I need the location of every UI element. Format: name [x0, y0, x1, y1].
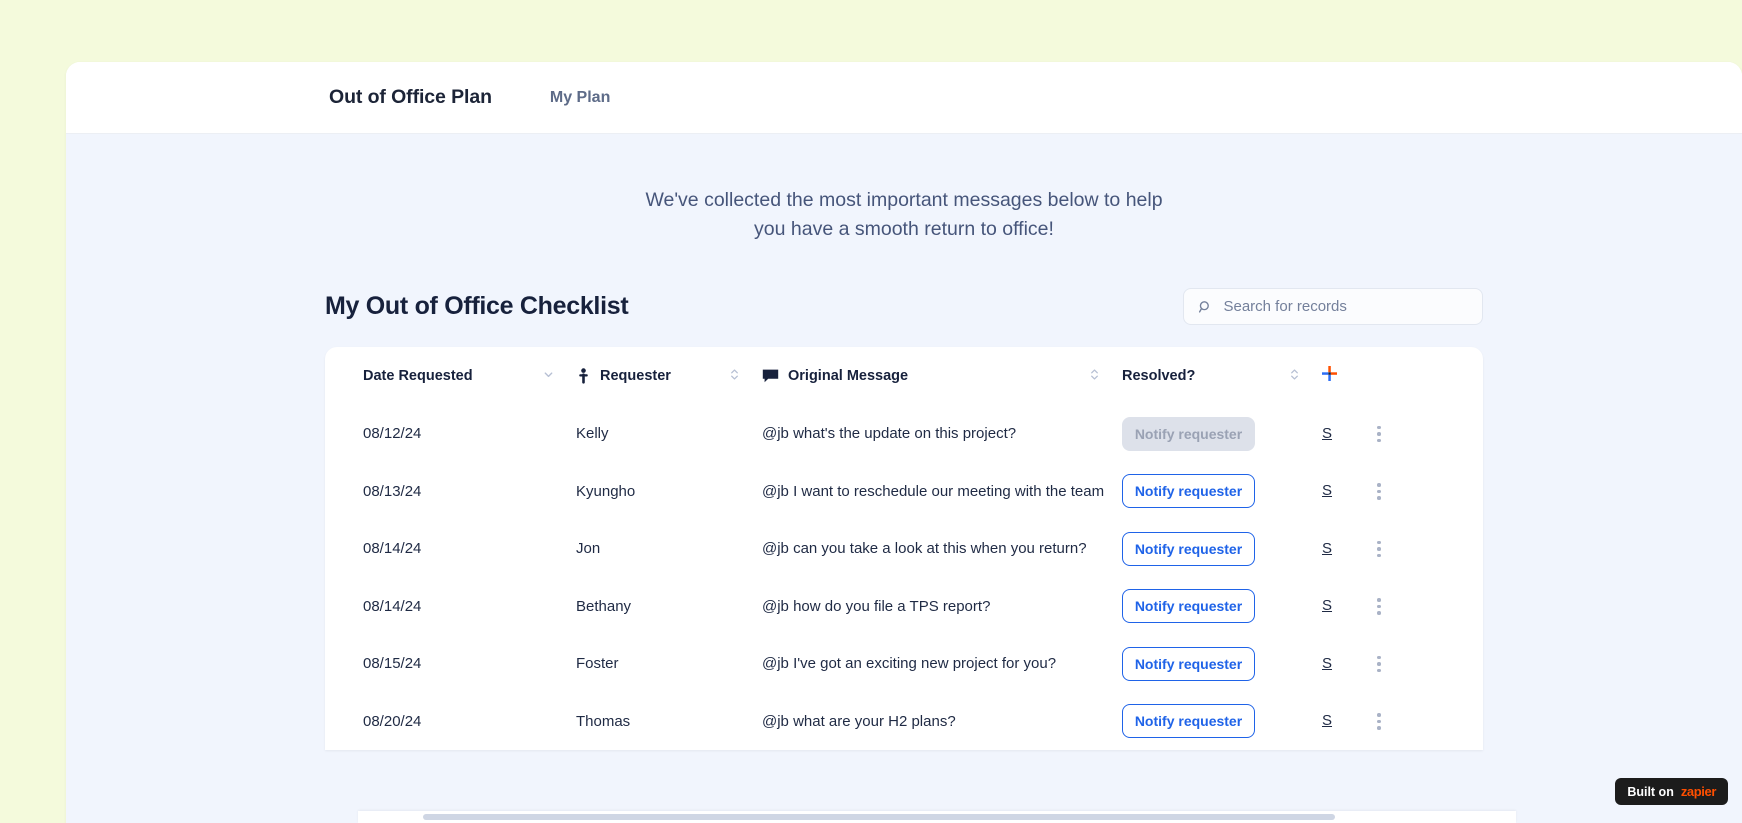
cell-original-message: @jb what's the update on this project? [762, 425, 1122, 442]
search-icon [1198, 299, 1212, 315]
row-more-options-icon[interactable] [1356, 541, 1402, 558]
message-bubble-icon [762, 368, 779, 384]
badge-prefix: Built on [1627, 785, 1674, 799]
cell-date-requested: 08/14/24 [363, 540, 576, 557]
zapier-tables-icon [1322, 366, 1337, 381]
table-row[interactable]: 08/14/24Jon@jb can you take a look at th… [325, 520, 1483, 578]
screen: Out of Office Plan My Plan We've collect… [0, 0, 1742, 823]
column-label-date-requested: Date Requested [363, 368, 473, 384]
cell-requester: Jon [576, 540, 762, 557]
search-records-box[interactable] [1183, 288, 1483, 325]
column-header-date-requested[interactable]: Date Requested [363, 368, 576, 385]
column-header-interface-icon[interactable] [1322, 366, 1356, 386]
cell-resolved: Notify requester [1122, 704, 1322, 738]
column-header-original-message[interactable]: Original Message [762, 368, 1122, 385]
cell-resolved: Notify requester [1122, 532, 1322, 566]
cell-link: S [1322, 425, 1356, 443]
intro-line-1: We've collected the most important messa… [624, 186, 1184, 215]
cell-link: S [1322, 482, 1356, 500]
sort-updown-icon[interactable] [1289, 368, 1322, 385]
content-canvas: We've collected the most important messa… [66, 134, 1742, 823]
cell-date-requested: 08/13/24 [363, 483, 576, 500]
cell-resolved: Notify requester [1122, 647, 1322, 681]
section-header: My Out of Office Checklist [325, 288, 1483, 325]
cell-link: S [1322, 655, 1356, 673]
record-link[interactable]: S [1322, 655, 1332, 672]
column-header-requester[interactable]: Requester [576, 368, 762, 385]
cell-link: S [1322, 597, 1356, 615]
record-link[interactable]: S [1322, 425, 1332, 442]
column-header-resolved[interactable]: Resolved? [1122, 368, 1322, 385]
chevron-down-icon[interactable] [543, 368, 576, 385]
table-row[interactable]: 08/20/24Thomas@jb what are your H2 plans… [325, 693, 1483, 751]
cell-original-message: @jb how do you file a TPS report? [762, 598, 1122, 615]
cell-date-requested: 08/20/24 [363, 713, 576, 730]
person-icon [576, 368, 591, 384]
notify-requester-button[interactable]: Notify requester [1122, 417, 1255, 451]
horizontal-scrollbar[interactable] [358, 811, 1516, 823]
cell-requester: Kyungho [576, 483, 762, 500]
scrollbar-thumb[interactable] [423, 814, 1335, 820]
cell-original-message: @jb I want to reschedule our meeting wit… [762, 483, 1122, 500]
zapier-logo: zapier [1681, 784, 1716, 799]
cell-date-requested: 08/12/24 [363, 425, 576, 442]
sort-updown-icon[interactable] [729, 368, 762, 385]
notify-requester-button[interactable]: Notify requester [1122, 647, 1255, 681]
cell-resolved: Notify requester [1122, 474, 1322, 508]
table-row[interactable]: 08/13/24Kyungho@jb I want to reschedule … [325, 463, 1483, 521]
cell-link: S [1322, 712, 1356, 730]
table-row[interactable]: 08/12/24Kelly@jb what's the update on th… [325, 405, 1483, 463]
cell-date-requested: 08/15/24 [363, 655, 576, 672]
column-label-requester: Requester [600, 368, 671, 384]
table-row[interactable]: 08/14/24Bethany@jb how do you file a TPS… [325, 578, 1483, 636]
intro-text: We've collected the most important messa… [624, 186, 1184, 244]
notify-requester-button[interactable]: Notify requester [1122, 532, 1255, 566]
built-on-zapier-badge[interactable]: Built on zapier [1615, 778, 1728, 805]
row-more-options-icon[interactable] [1356, 713, 1402, 730]
tab-my-plan[interactable]: My Plan [550, 89, 610, 107]
checklist-title: My Out of Office Checklist [325, 292, 628, 321]
top-navigation-bar: Out of Office Plan My Plan [66, 62, 1742, 134]
column-label-original-message: Original Message [788, 368, 908, 384]
page-title: Out of Office Plan [329, 86, 492, 109]
cell-link: S [1322, 540, 1356, 558]
checklist-table: Date Requested Requester [325, 347, 1483, 750]
search-input[interactable] [1223, 298, 1468, 315]
notify-requester-button[interactable]: Notify requester [1122, 704, 1255, 738]
cell-original-message: @jb I've got an exciting new project for… [762, 655, 1122, 672]
column-label-resolved: Resolved? [1122, 368, 1195, 384]
cell-requester: Bethany [576, 598, 762, 615]
cell-requester: Foster [576, 655, 762, 672]
cell-original-message: @jb can you take a look at this when you… [762, 540, 1122, 557]
app-window: Out of Office Plan My Plan We've collect… [66, 62, 1742, 823]
intro-line-2: you have a smooth return to office! [624, 215, 1184, 244]
record-link[interactable]: S [1322, 712, 1332, 729]
cell-requester: Kelly [576, 425, 762, 442]
cell-requester: Thomas [576, 713, 762, 730]
record-link[interactable]: S [1322, 597, 1332, 614]
notify-requester-button[interactable]: Notify requester [1122, 589, 1255, 623]
row-more-options-icon[interactable] [1356, 426, 1402, 443]
cell-resolved: Notify requester [1122, 417, 1322, 451]
row-more-options-icon[interactable] [1356, 598, 1402, 615]
notify-requester-button[interactable]: Notify requester [1122, 474, 1255, 508]
cell-resolved: Notify requester [1122, 589, 1322, 623]
row-more-options-icon[interactable] [1356, 656, 1402, 673]
sort-updown-icon[interactable] [1089, 368, 1122, 385]
record-link[interactable]: S [1322, 482, 1332, 499]
table-row[interactable]: 08/15/24Foster@jb I've got an exciting n… [325, 635, 1483, 693]
cell-date-requested: 08/14/24 [363, 598, 576, 615]
table-header-row: Date Requested Requester [325, 347, 1483, 405]
cell-original-message: @jb what are your H2 plans? [762, 713, 1122, 730]
table-body: 08/12/24Kelly@jb what's the update on th… [325, 405, 1483, 750]
record-link[interactable]: S [1322, 540, 1332, 557]
row-more-options-icon[interactable] [1356, 483, 1402, 500]
